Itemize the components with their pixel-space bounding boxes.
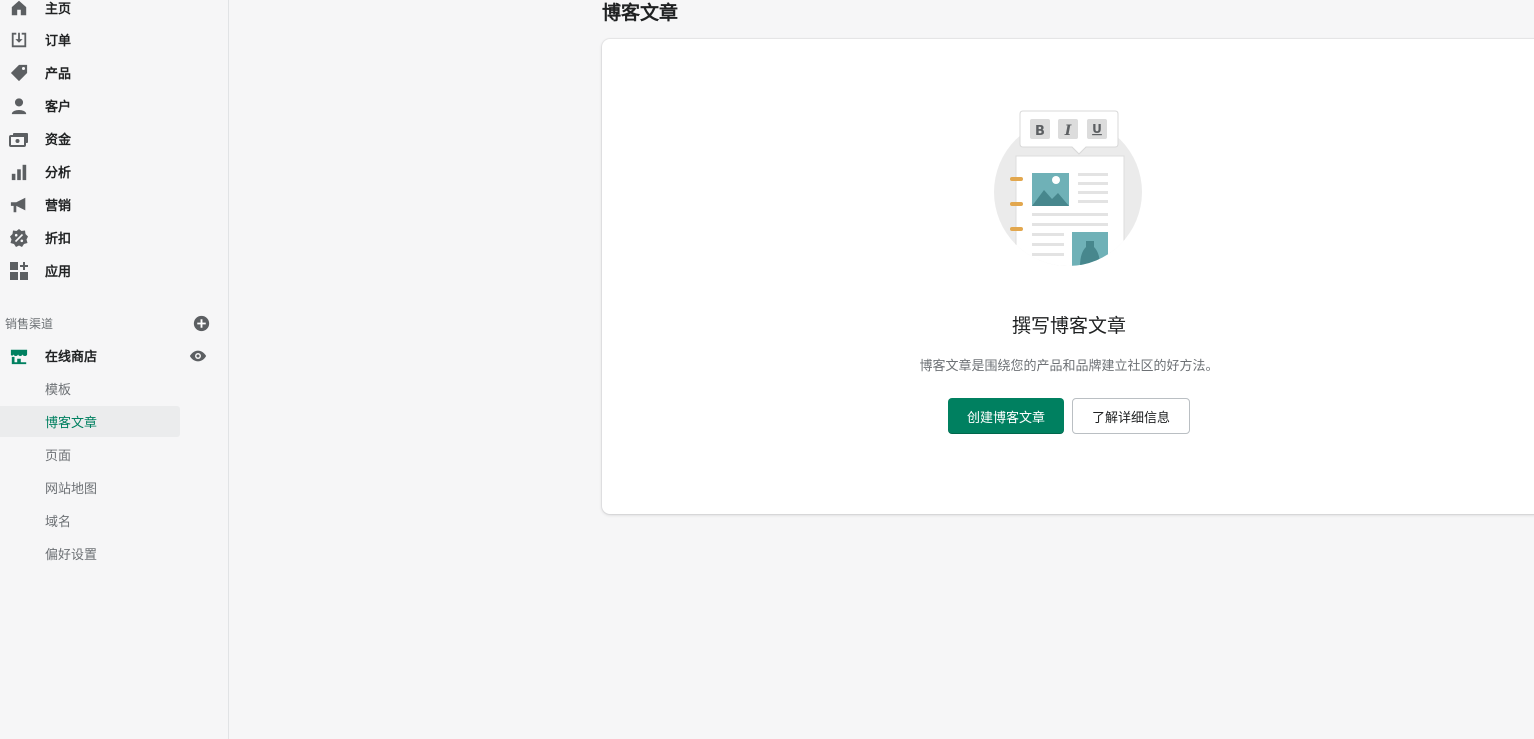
discount-icon bbox=[9, 228, 29, 248]
sidebar-subitem-label: 模板 bbox=[45, 383, 72, 398]
sidebar-item-label: 营销 bbox=[45, 199, 72, 214]
sidebar-subitem-label: 网站地图 bbox=[45, 482, 98, 497]
sidebar-item-finances[interactable]: 资金 bbox=[0, 122, 180, 155]
sidebar-item-discounts[interactable]: 折扣 bbox=[0, 221, 180, 254]
blog-illustration: B I U bbox=[994, 107, 1144, 267]
sidebar-subitem-label: 页面 bbox=[45, 449, 72, 464]
sidebar-item-online-store[interactable]: 在线商店 bbox=[0, 339, 215, 372]
sidebar-item-label: 订单 bbox=[45, 34, 72, 49]
sidebar-item-label: 在线商店 bbox=[45, 350, 98, 365]
sidebar-item-label: 产品 bbox=[45, 67, 72, 82]
main-content: 博客文章 B I U 撰写博客文章 博客文章是围绕您的产品和品牌建立社区的好方法… bbox=[229, 0, 1534, 739]
home-icon bbox=[9, 0, 29, 18]
sidebar-item-label: 资金 bbox=[45, 133, 72, 148]
sidebar-item-label: 主页 bbox=[45, 2, 72, 17]
sidebar-item-label: 分析 bbox=[45, 166, 72, 181]
finance-icon bbox=[9, 129, 29, 149]
sidebar-subitem-blog-posts[interactable]: 博客文章 bbox=[0, 406, 180, 437]
sidebar-item-label: 客户 bbox=[45, 100, 72, 115]
sidebar-subitem-label: 域名 bbox=[45, 515, 72, 530]
sidebar-item-apps[interactable]: 应用 bbox=[0, 254, 180, 287]
sidebar-subitem-pages[interactable]: 页面 bbox=[0, 439, 180, 470]
page-title: 博客文章 bbox=[602, 2, 679, 24]
sidebar-subitem-domains[interactable]: 域名 bbox=[0, 505, 180, 536]
sidebar-item-marketing[interactable]: 营销 bbox=[0, 188, 180, 221]
sidebar-subitem-label: 博客文章 bbox=[45, 416, 98, 431]
sidebar-item-home[interactable]: 主页 bbox=[0, 0, 180, 24]
empty-state-card: B I U 撰写博客文章 博客文章是围绕您的产品和品牌建立社区的好方法。 创建博… bbox=[602, 39, 1534, 514]
store-icon bbox=[9, 346, 29, 366]
sidebar-item-label: 折扣 bbox=[45, 232, 72, 247]
empty-state-description: 博客文章是围绕您的产品和品牌建立社区的好方法。 bbox=[919, 359, 1219, 374]
megaphone-icon bbox=[9, 195, 29, 215]
sidebar-item-orders[interactable]: 订单 bbox=[0, 23, 180, 56]
bold-letter: B bbox=[1035, 124, 1045, 139]
sidebar-subitem-preferences[interactable]: 偏好设置 bbox=[0, 538, 180, 569]
sidebar: 主页 订单 产品 客户 资金 分析 营销 折扣 应用 销售渠道 在线商店 模板 … bbox=[0, 0, 229, 739]
orders-icon bbox=[9, 30, 29, 50]
sidebar-item-label: 应用 bbox=[45, 265, 72, 280]
underline-letter: U bbox=[1092, 122, 1102, 136]
person-icon bbox=[9, 96, 29, 116]
sales-channels-header: 销售渠道 bbox=[5, 314, 210, 332]
tag-icon bbox=[9, 63, 29, 83]
learn-more-button[interactable]: 了解详细信息 bbox=[1072, 398, 1190, 434]
bar-chart-icon bbox=[9, 162, 29, 182]
plus-circle-icon[interactable] bbox=[193, 315, 210, 332]
empty-state-heading: 撰写博客文章 bbox=[1011, 315, 1126, 337]
sales-channels-label: 销售渠道 bbox=[5, 316, 54, 331]
sidebar-subitem-navigation[interactable]: 网站地图 bbox=[0, 472, 180, 503]
sidebar-subitem-themes[interactable]: 模板 bbox=[0, 373, 180, 404]
sidebar-item-products[interactable]: 产品 bbox=[0, 56, 180, 89]
sidebar-item-customers[interactable]: 客户 bbox=[0, 89, 180, 122]
sidebar-item-analytics[interactable]: 分析 bbox=[0, 155, 180, 188]
apps-icon bbox=[9, 261, 29, 281]
eye-icon[interactable] bbox=[189, 347, 207, 365]
italic-letter: I bbox=[1064, 123, 1072, 139]
create-blog-post-button[interactable]: 创建博客文章 bbox=[948, 398, 1064, 434]
sidebar-subitem-label: 偏好设置 bbox=[45, 548, 98, 563]
